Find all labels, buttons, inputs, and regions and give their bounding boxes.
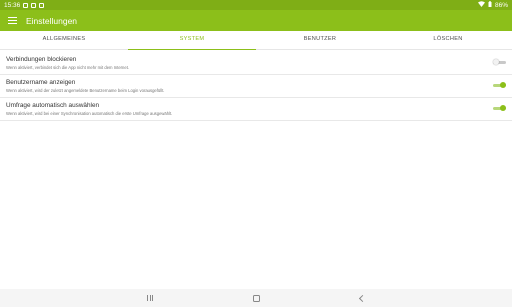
tab-bar: ALLGEMEINES SYSTEM BENUTZER LÖSCHEN (0, 31, 512, 50)
page-title: Einstellungen (26, 15, 78, 26)
system-navigation-bar (0, 289, 512, 307)
setting-description: Wenn aktiviert, wird der zuletzt angemel… (6, 87, 165, 93)
setting-title: Umfrage automatisch auswählen (6, 102, 100, 109)
tab-system[interactable]: SYSTEM (128, 31, 256, 50)
setting-row-auto-select-survey[interactable]: Umfrage automatisch auswählen Wenn aktiv… (0, 98, 512, 121)
recent-apps-icon[interactable] (147, 295, 153, 301)
toggle-thumb (493, 59, 499, 65)
setting-title: Verbindungen blockieren (6, 56, 77, 63)
setting-row-block-connections[interactable]: Verbindungen blockieren Wenn aktiviert, … (0, 52, 512, 75)
menu-icon[interactable] (8, 17, 17, 24)
download-notification-icon (31, 2, 37, 8)
wifi-icon (477, 1, 485, 9)
settings-list: Verbindungen blockieren Wenn aktiviert, … (0, 52, 512, 121)
back-icon[interactable] (358, 294, 366, 302)
app-notification-icon (39, 2, 45, 8)
status-bar: 15:36 86% (0, 0, 512, 10)
status-bar-left: 15:36 (4, 1, 45, 9)
show-username-toggle[interactable] (493, 82, 506, 88)
block-connections-toggle[interactable] (493, 59, 506, 65)
auto-select-survey-toggle[interactable] (493, 105, 506, 111)
toggle-thumb (500, 82, 506, 88)
toggle-thumb (500, 105, 506, 111)
setting-row-show-username[interactable]: Benutzername anzeigen Wenn aktiviert, wi… (0, 75, 512, 98)
setting-title: Benutzername anzeigen (6, 79, 76, 86)
tab-loeschen[interactable]: LÖSCHEN (384, 31, 512, 49)
battery-icon (488, 1, 492, 9)
tab-benutzer[interactable]: BENUTZER (256, 31, 384, 49)
home-icon[interactable] (252, 294, 260, 302)
status-bar-right: 86% (477, 1, 508, 9)
gallery-notification-icon (23, 2, 29, 8)
setting-description: Wenn aktiviert, verbindet sich die App n… (6, 64, 130, 70)
battery-level: 86% (494, 1, 508, 9)
status-time: 15:36 (4, 1, 21, 9)
app-bar: Einstellungen (0, 10, 512, 31)
setting-description: Wenn aktiviert, wird bei einer Synchroni… (6, 110, 173, 116)
tab-allgemeines[interactable]: ALLGEMEINES (0, 31, 128, 49)
